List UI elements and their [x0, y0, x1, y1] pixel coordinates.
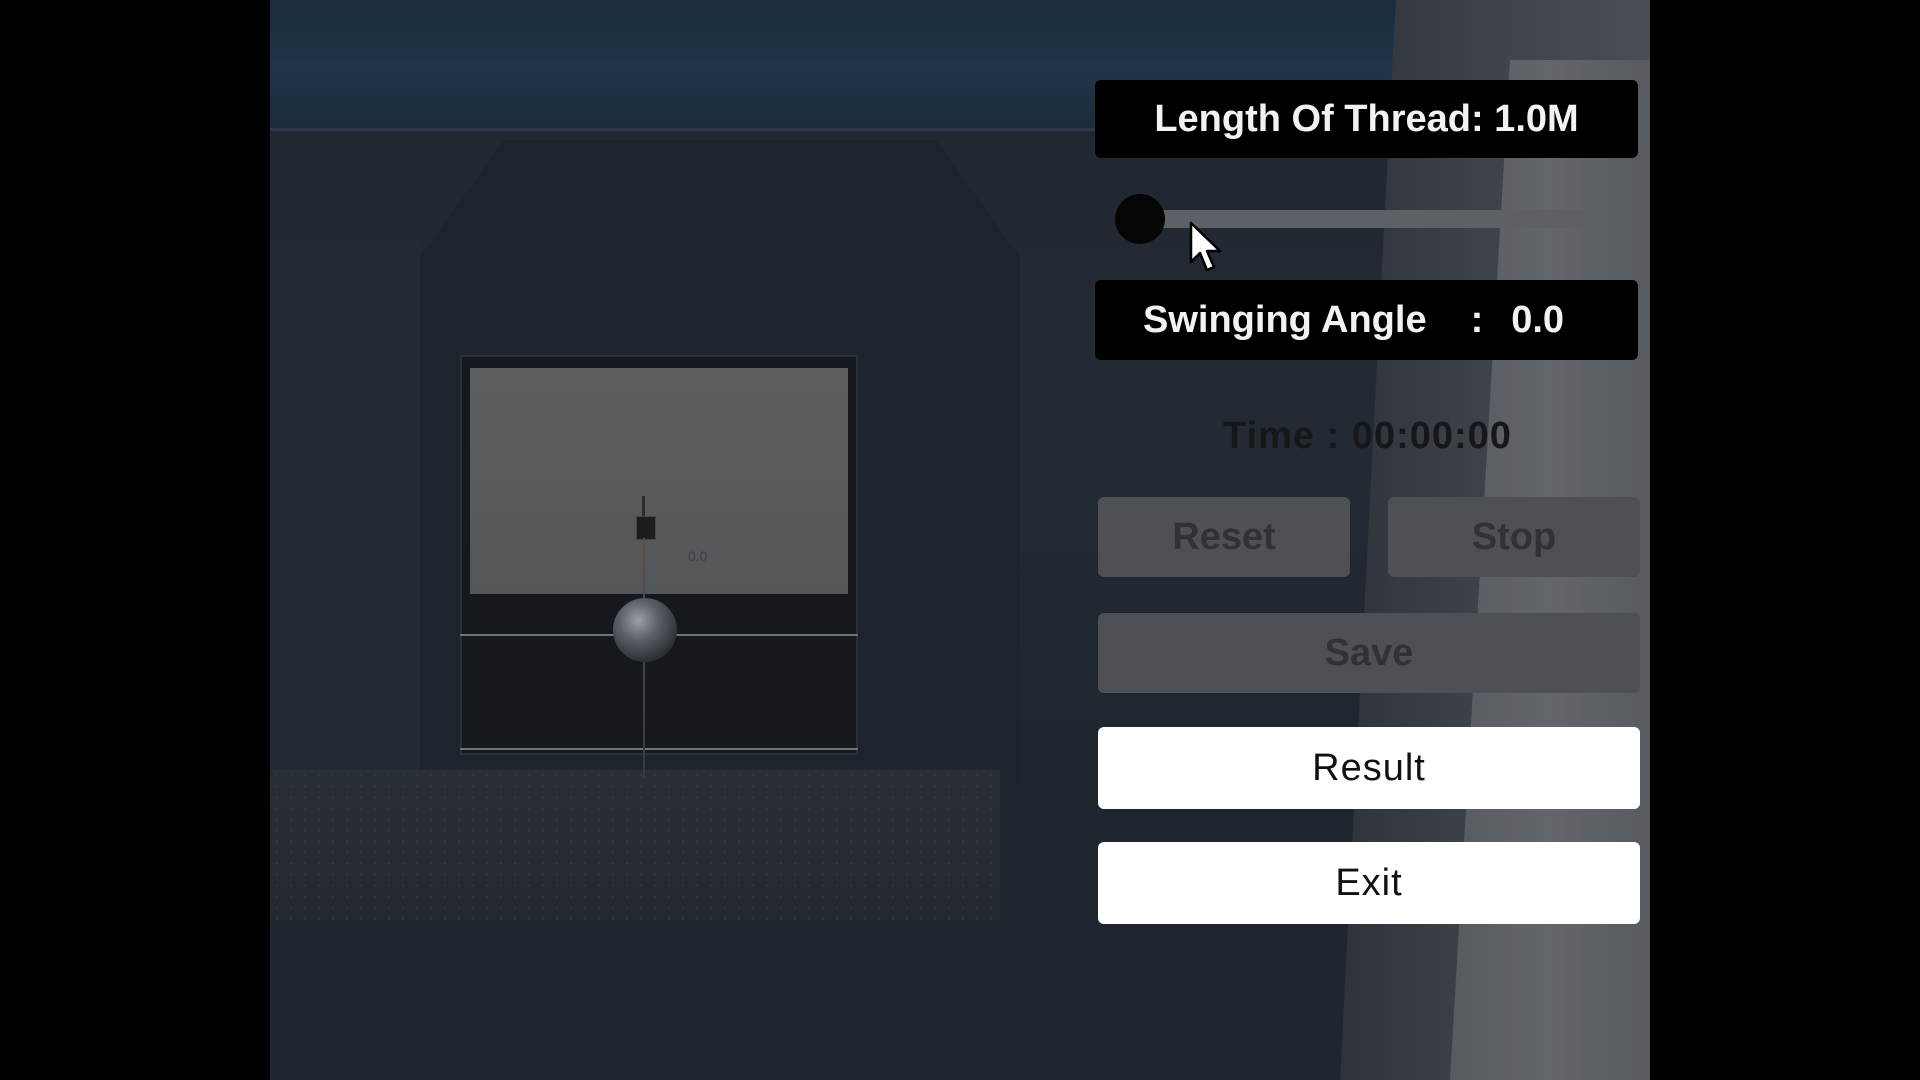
swinging-angle-value: 0.0	[1511, 298, 1565, 341]
stop-button[interactable]: Stop	[1388, 497, 1640, 577]
pivot-angle-readout: 0.0	[688, 548, 708, 564]
letterbox-left	[0, 0, 270, 1080]
save-button[interactable]: Save	[1098, 613, 1640, 693]
swinging-angle-label: Swinging Angle : 0.0	[1095, 280, 1638, 360]
timer-display: Time : 00:00:00	[1223, 415, 1512, 457]
thread-length-label: Length Of Thread: 1.0M	[1095, 80, 1638, 158]
swinging-angle-title: Swinging Angle	[1143, 298, 1427, 341]
letterbox-right	[1650, 0, 1920, 1080]
slider-handle[interactable]	[1115, 194, 1165, 244]
board-rail	[460, 748, 858, 750]
floor-texture	[270, 770, 1000, 920]
result-button[interactable]: Result	[1098, 727, 1640, 809]
exit-button[interactable]: Exit	[1098, 842, 1640, 924]
reset-button[interactable]: Reset	[1098, 497, 1350, 577]
arrow-cursor-icon	[1189, 221, 1222, 272]
pendulum-board-screen	[470, 368, 848, 594]
pendulum-pivot-rod	[642, 496, 645, 518]
app-viewport: 0.0 Length Of Thread: 1.0M Swinging Angl…	[0, 0, 1920, 1080]
wall-panel-left	[270, 240, 420, 770]
swinging-angle-separator: :	[1470, 298, 1484, 341]
pendulum-bob	[613, 598, 677, 662]
pendulum-pivot-clamp	[636, 516, 656, 540]
